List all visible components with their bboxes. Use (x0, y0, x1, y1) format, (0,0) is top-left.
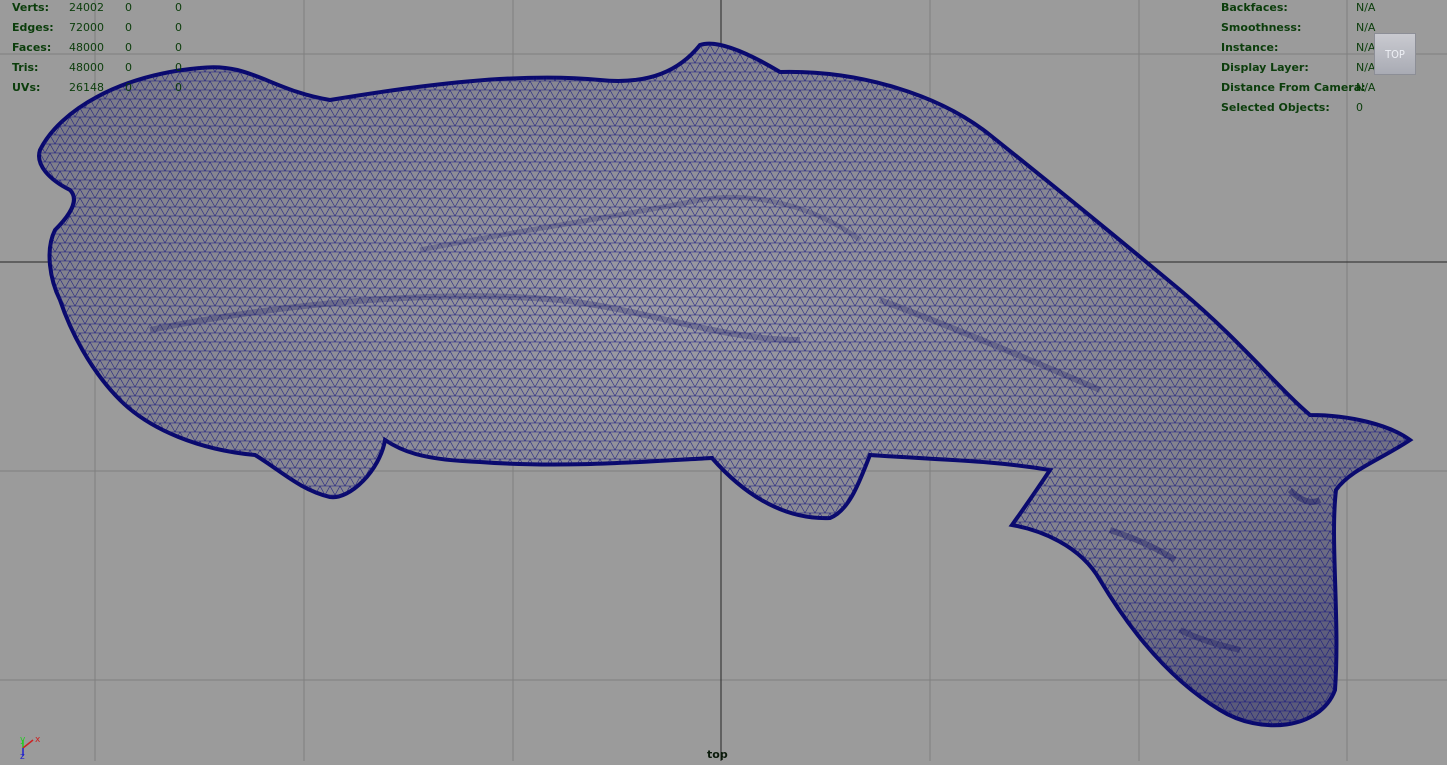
hud-label: Faces: (12, 41, 52, 54)
hud-components: 0 (175, 21, 182, 34)
hud-value: 48000 (69, 41, 104, 54)
camera-name-label: top (707, 748, 728, 761)
hud-label: Distance From Camera: (1221, 81, 1366, 94)
hud-value: N/A (1356, 61, 1376, 74)
hud-label: Selected Objects: (1221, 101, 1330, 114)
hud-row-edges: Edges: 72000 0 0 (12, 18, 212, 38)
mesh-model[interactable] (37, 41, 1414, 728)
hud-value: N/A (1356, 1, 1376, 14)
hud-value: N/A (1356, 21, 1376, 34)
poly-count-hud: Verts: 24002 0 0 Edges: 72000 0 0 Faces:… (12, 0, 212, 98)
hud-value: 26148 (69, 81, 104, 94)
hud-components: 0 (175, 1, 182, 14)
hud-row-faces: Faces: 48000 0 0 (12, 38, 212, 58)
hud-label: Smoothness: (1221, 21, 1302, 34)
hud-value: N/A (1356, 41, 1376, 54)
hud-label: Verts: (12, 1, 50, 14)
hud-label: Display Layer: (1221, 61, 1309, 74)
axis-gizmo: y x z (20, 735, 41, 762)
hud-row-verts: Verts: 24002 0 0 (12, 0, 212, 18)
viewport-top[interactable]: y x z Verts: 24002 0 0 Edges: 72000 0 0 … (0, 0, 1447, 762)
hud-selected: 0 (125, 21, 132, 34)
hud-selected: 0 (125, 81, 132, 94)
hud-components: 0 (175, 61, 182, 74)
hud-row-selected-objects: Selected Objects: 0 (1221, 98, 1421, 118)
hud-row-distance: Distance From Camera: N/A (1221, 78, 1421, 98)
hud-value: 48000 (69, 61, 104, 74)
hud-label: UVs: (12, 81, 41, 94)
hud-selected: 0 (125, 1, 132, 14)
hud-row-tris: Tris: 48000 0 0 (12, 58, 212, 78)
view-cube-button[interactable]: TOP (1374, 33, 1416, 75)
hud-label: Edges: (12, 21, 54, 34)
hud-row-uvs: UVs: 26148 0 0 (12, 78, 212, 98)
hud-value: N/A (1356, 81, 1376, 94)
hud-selected: 0 (125, 41, 132, 54)
hud-row-backfaces: Backfaces: N/A (1221, 0, 1421, 18)
axis-y-label: y (20, 735, 26, 745)
hud-selected: 0 (125, 61, 132, 74)
axis-z-label: z (20, 752, 25, 761)
axis-x-label: x (35, 735, 41, 745)
hud-label: Backfaces: (1221, 1, 1288, 14)
hud-components: 0 (175, 81, 182, 94)
hud-label: Instance: (1221, 41, 1279, 54)
hud-value: 24002 (69, 1, 104, 14)
hud-label: Tris: (12, 61, 39, 74)
hud-value: 72000 (69, 21, 104, 34)
hud-components: 0 (175, 41, 182, 54)
hud-value: 0 (1356, 101, 1363, 114)
